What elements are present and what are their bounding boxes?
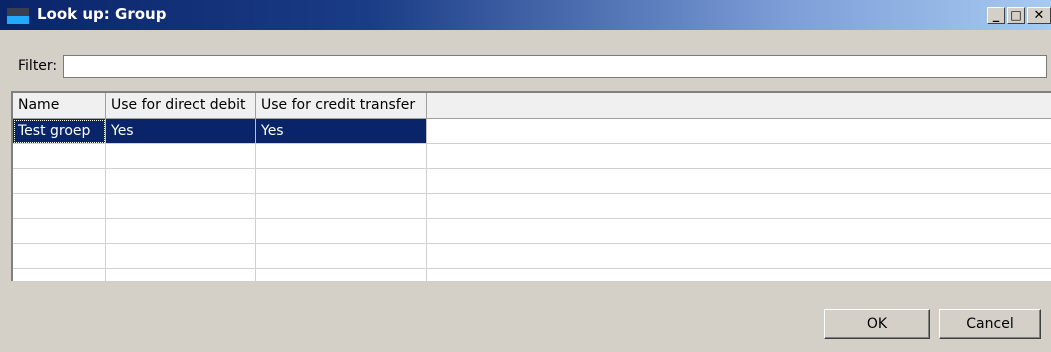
cancel-button[interactable]: Cancel bbox=[939, 309, 1041, 339]
empty-cell bbox=[256, 144, 427, 169]
empty-cell bbox=[106, 219, 256, 244]
results-table[interactable]: Name Use for direct debit Use for credit… bbox=[11, 91, 1051, 281]
maximize-button[interactable]: □ bbox=[1007, 7, 1025, 24]
table-row-filler bbox=[427, 119, 1051, 144]
close-button[interactable]: ✕ bbox=[1027, 7, 1051, 24]
empty-cell bbox=[256, 194, 427, 219]
window-title: Look up: Group bbox=[37, 5, 167, 23]
filter-input[interactable] bbox=[63, 55, 1047, 78]
column-header-direct-debit[interactable]: Use for direct debit bbox=[106, 93, 256, 119]
empty-cell bbox=[106, 194, 256, 219]
empty-cell bbox=[256, 169, 427, 194]
empty-cell bbox=[427, 244, 1051, 269]
column-header-credit-transfer[interactable]: Use for credit transfer bbox=[256, 93, 427, 119]
minimize-button[interactable]: _ bbox=[987, 7, 1005, 24]
table-cell-direct-debit[interactable]: Yes bbox=[106, 119, 256, 144]
empty-cell bbox=[106, 269, 256, 281]
empty-cell bbox=[427, 169, 1051, 194]
empty-cell bbox=[13, 144, 106, 169]
empty-cell bbox=[427, 219, 1051, 244]
table-cell-credit-transfer[interactable]: Yes bbox=[256, 119, 427, 144]
empty-cell bbox=[427, 269, 1051, 281]
empty-cell bbox=[13, 194, 106, 219]
table-cell-name[interactable]: Test groep bbox=[13, 119, 106, 144]
ok-button[interactable]: OK bbox=[824, 309, 930, 339]
empty-cell bbox=[106, 169, 256, 194]
filter-label: Filter: bbox=[18, 58, 58, 74]
app-icon bbox=[7, 8, 29, 24]
empty-cell bbox=[106, 244, 256, 269]
empty-cell bbox=[13, 244, 106, 269]
empty-cell bbox=[106, 144, 256, 169]
empty-cell bbox=[427, 144, 1051, 169]
column-header-filler bbox=[427, 93, 1051, 119]
empty-cell bbox=[256, 244, 427, 269]
column-header-name[interactable]: Name bbox=[13, 93, 106, 119]
empty-cell bbox=[256, 269, 427, 281]
empty-cell bbox=[256, 219, 427, 244]
empty-cell bbox=[13, 269, 106, 281]
empty-cell bbox=[427, 194, 1051, 219]
empty-cell bbox=[13, 169, 106, 194]
empty-cell bbox=[13, 219, 106, 244]
title-bar[interactable]: Look up: Group _ □ ✕ bbox=[0, 0, 1051, 30]
